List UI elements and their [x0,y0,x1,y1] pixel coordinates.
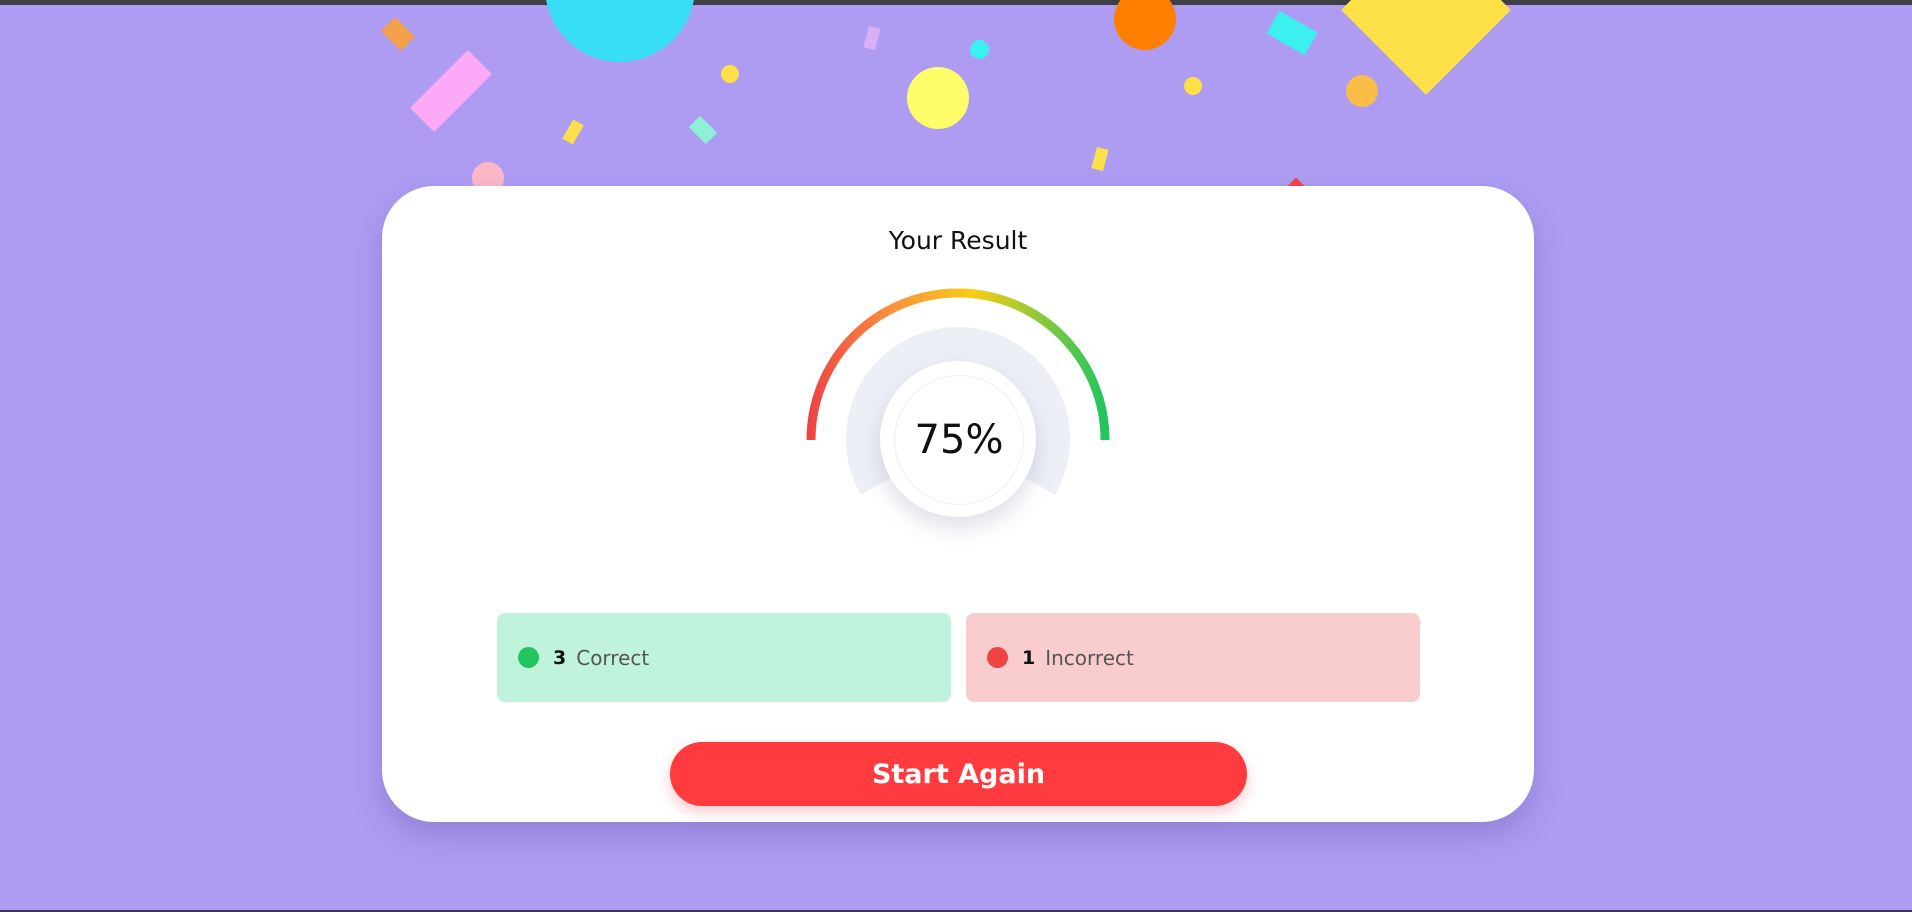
score-gauge: 75% [802,288,1114,548]
confetti-piece [409,49,493,133]
start-again-button[interactable]: Start Again [670,742,1247,806]
correct-label: Correct [576,645,650,670]
result-card: Your Result 75% 3 Correct 1 Incorrect St… [382,186,1534,822]
confetti-piece [863,25,881,51]
confetti-piece [1114,0,1176,50]
confetti-piece [688,115,718,145]
incorrect-count: 1 [1022,646,1036,669]
confetti-piece [1091,146,1109,172]
correct-count: 3 [553,646,567,669]
confetti-piece [1346,75,1378,107]
confetti-piece [907,67,969,129]
confetti-piece [721,65,739,83]
confetti-piece [545,0,695,62]
confetti-piece [1184,77,1202,95]
confetti-piece [562,119,584,145]
correct-stat-box: 3 Correct [497,613,951,702]
confetti-piece [970,40,989,59]
correct-dot-icon [518,647,539,668]
incorrect-label: Incorrect [1045,645,1134,670]
result-title: Your Result [888,226,1028,255]
confetti-piece [381,17,415,51]
incorrect-dot-icon [987,647,1008,668]
confetti-decoration [0,0,1912,200]
score-percent: 75% [914,417,1004,463]
confetti-piece [1266,10,1318,56]
incorrect-stat-box: 1 Incorrect [966,613,1420,702]
